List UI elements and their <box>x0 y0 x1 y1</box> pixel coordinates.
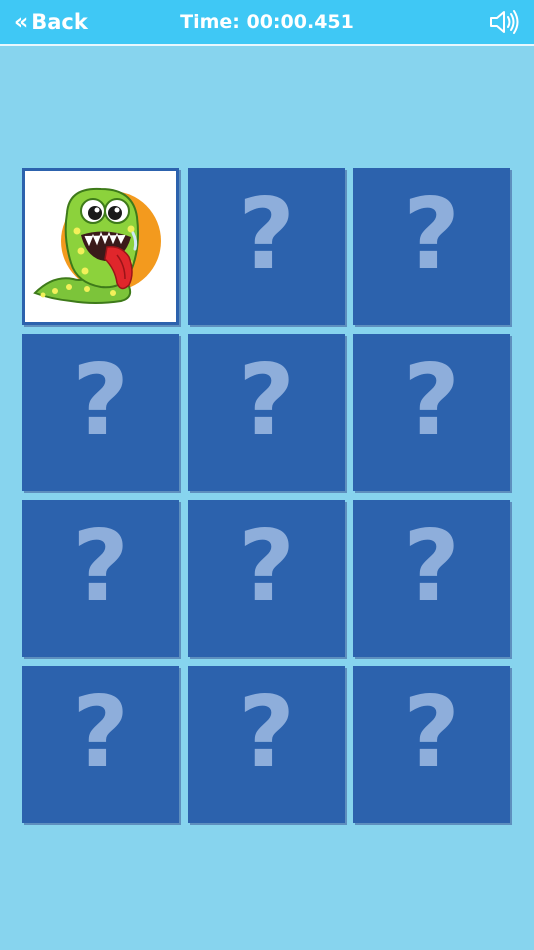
top-bar: « Back Time: 00:00.451 <box>0 0 534 46</box>
green-monster-image <box>33 187 161 304</box>
question-mark-icon: ? <box>238 178 295 292</box>
memory-card-hidden[interactable]: ? <box>188 500 345 657</box>
timer-display: Time: 00:00.451 <box>180 11 354 33</box>
memory-card-hidden[interactable]: ? <box>353 334 510 491</box>
memory-card-hidden[interactable]: ? <box>188 666 345 823</box>
question-mark-icon: ? <box>72 510 129 624</box>
speaker-icon[interactable] <box>488 8 522 36</box>
question-mark-icon: ? <box>403 344 460 458</box>
memory-card-hidden[interactable]: ? <box>22 666 179 823</box>
memory-card-hidden[interactable]: ? <box>22 334 179 491</box>
question-mark-icon: ? <box>72 344 129 458</box>
memory-card-hidden[interactable]: ? <box>353 500 510 657</box>
question-mark-icon: ? <box>238 676 295 790</box>
question-mark-icon: ? <box>238 344 295 458</box>
question-mark-icon: ? <box>238 510 295 624</box>
question-mark-icon: ? <box>403 510 460 624</box>
memory-card-hidden[interactable]: ? <box>353 666 510 823</box>
question-mark-icon: ? <box>72 676 129 790</box>
question-mark-icon: ? <box>403 676 460 790</box>
memory-card-hidden[interactable]: ? <box>188 168 345 325</box>
memory-card-hidden[interactable]: ? <box>22 500 179 657</box>
memory-card-hidden[interactable]: ? <box>353 168 510 325</box>
memory-card-revealed[interactable] <box>22 168 179 325</box>
memory-card-hidden[interactable]: ? <box>188 334 345 491</box>
question-mark-icon: ? <box>403 178 460 292</box>
